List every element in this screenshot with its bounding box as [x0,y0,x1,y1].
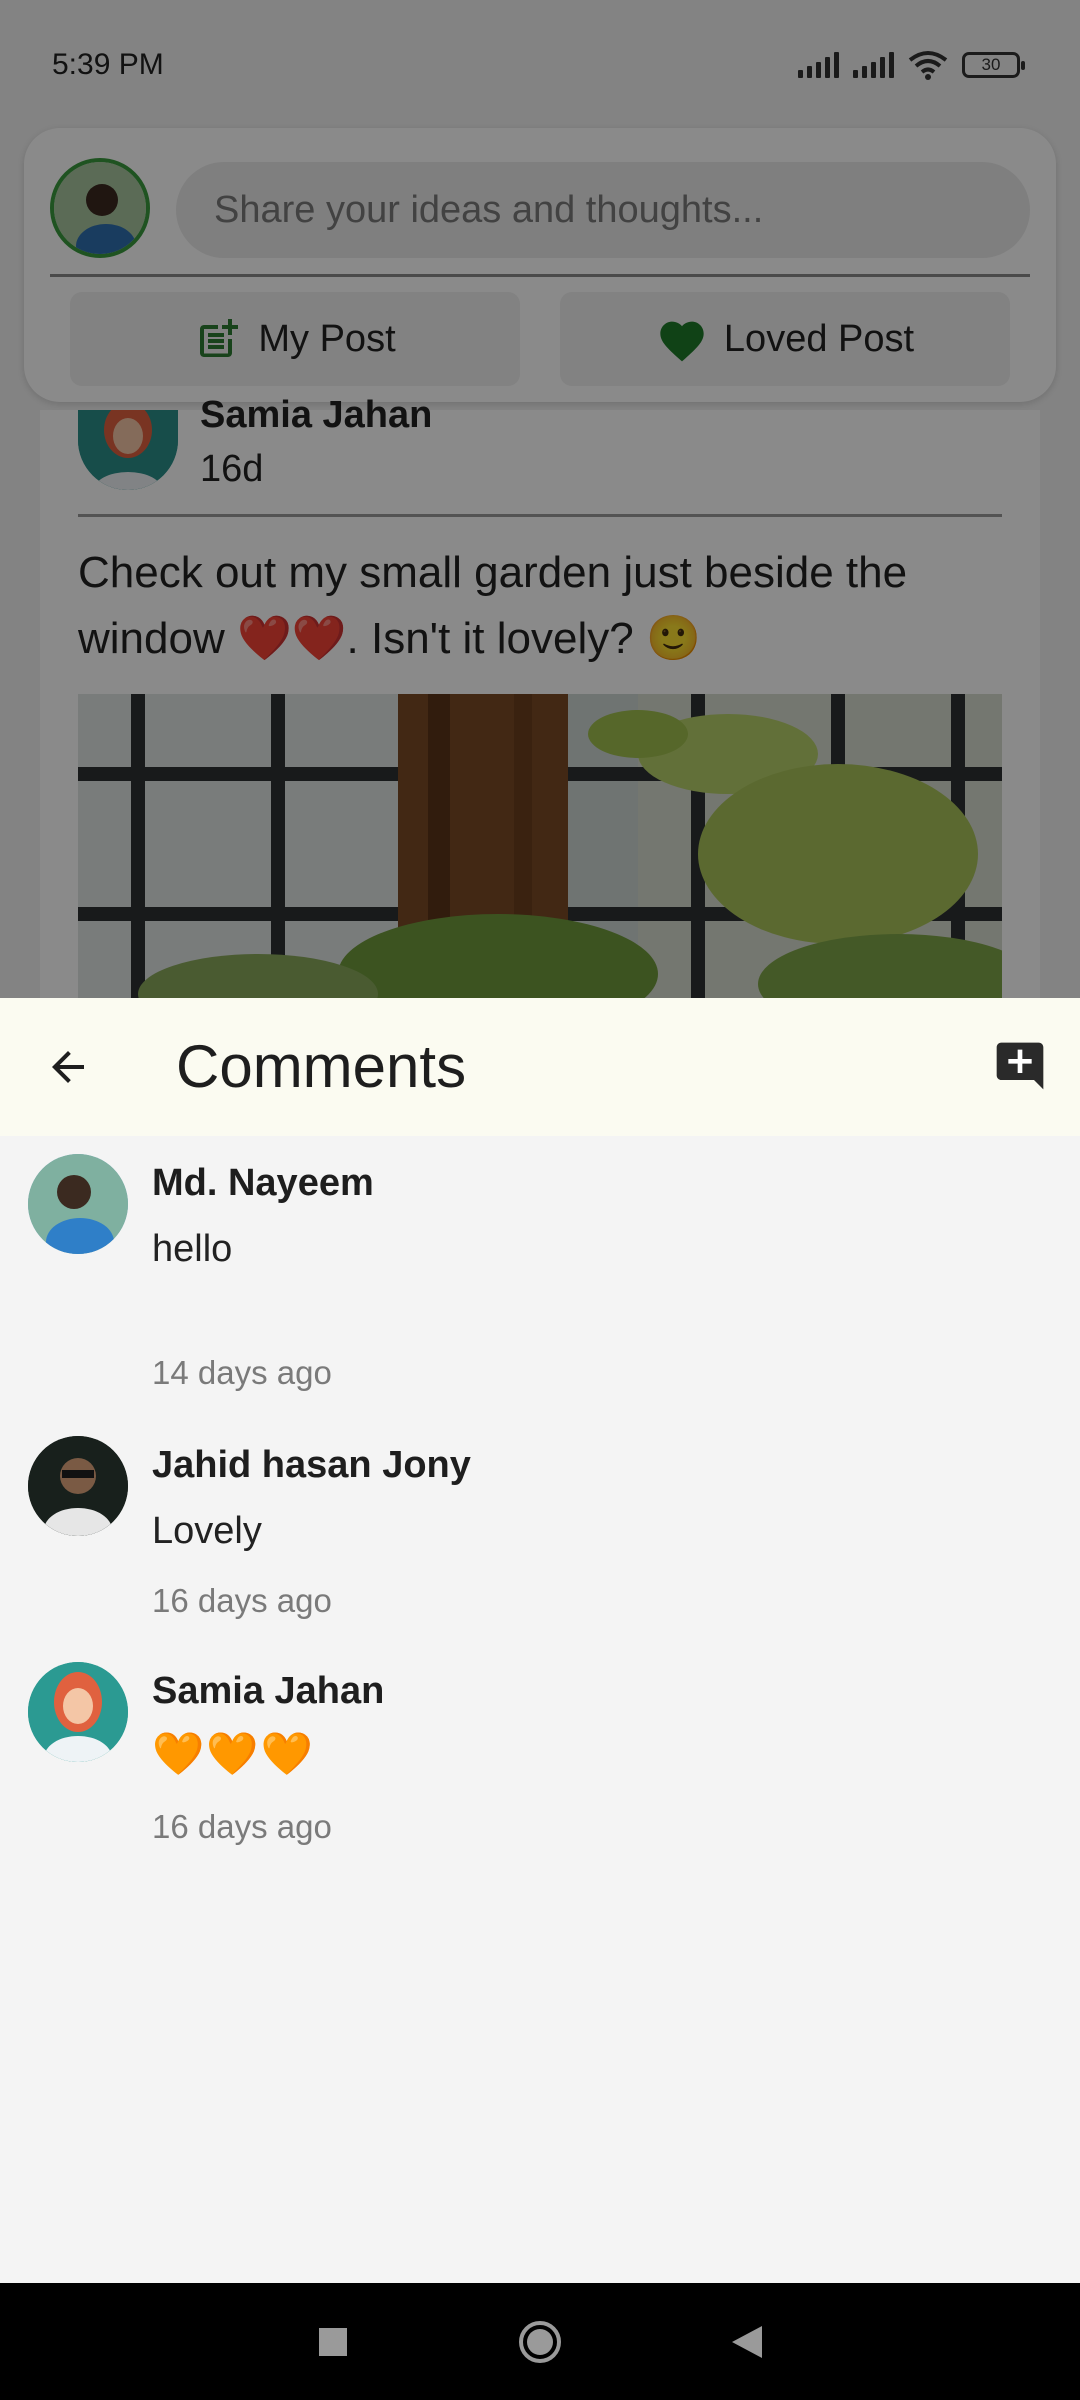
comment-text: 🧡🧡🧡 [152,1730,315,1777]
comments-title: Comments [176,1033,467,1100]
comment-text: Lovely [152,1510,262,1552]
avatar-illustration [28,1662,128,1762]
arrow-left-icon [52,1051,84,1083]
commenter-avatar[interactable] [28,1154,128,1254]
comment-time: 14 days ago [152,1354,332,1391]
comment-text: hello [152,1228,233,1270]
add-comment-button[interactable] [990,1036,1050,1096]
commenter-name[interactable]: Samia Jahan [152,1670,384,1713]
dim-overlay[interactable] [0,0,1080,1000]
triangle-back-icon [731,2325,762,2358]
square-icon [319,2327,348,2356]
circle-icon [518,2320,561,2363]
avatar-photo [28,1154,128,1254]
comments-sheet: Comments Md. Nayeem hello 14 days ago Ja… [0,998,1080,2283]
add-comment-icon [996,1042,1044,1090]
system-nav-bar [0,2283,1080,2400]
comment-time: 16 days ago [152,1582,332,1619]
comment-time: 16 days ago [152,1808,332,1845]
comments-header: Comments [0,998,1080,1136]
commenter-name[interactable]: Jahid hasan Jony [152,1444,471,1487]
commenter-name[interactable]: Md. Nayeem [152,1162,374,1205]
home-button[interactable] [510,2312,570,2372]
commenter-avatar[interactable] [28,1662,128,1762]
feed-background: 5:39 PM 30 Share your ideas and thoughts… [0,0,1080,1010]
avatar-photo [28,1436,128,1536]
back-button[interactable] [30,1032,106,1102]
back-nav-button[interactable] [717,2312,777,2372]
commenter-avatar[interactable] [28,1436,128,1536]
screen: 5:39 PM 30 Share your ideas and thoughts… [0,0,1080,2400]
recents-button[interactable] [303,2312,363,2372]
